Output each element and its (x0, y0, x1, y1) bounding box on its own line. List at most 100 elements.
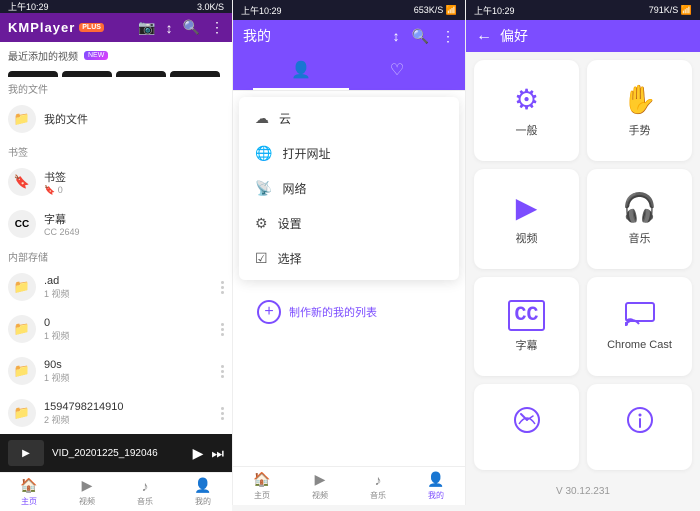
more-icon-90s[interactable] (221, 365, 224, 378)
pref-card-general[interactable]: ⚙ 一般 (474, 60, 579, 161)
thumbnail-2[interactable]: ▶ VID_20201225_2 (62, 71, 112, 77)
list-item-subtitles[interactable]: CC 字幕 CC 2649 (0, 203, 232, 245)
thumbnail-1[interactable]: ▶ 526ed42a6b8b4 (8, 71, 58, 77)
music-pref-icon: 🎧 (622, 191, 657, 224)
bookmarks-label-title: 书签 (8, 148, 28, 159)
camera-icon[interactable]: 📷 (138, 19, 155, 36)
pref-card-info[interactable] (587, 384, 692, 471)
more-icon-1594[interactable] (221, 407, 224, 420)
pref-card-chromecast[interactable]: Chrome Cast (587, 277, 692, 376)
dropdown-item-network[interactable]: 📡 网络 (239, 171, 459, 206)
pref-card-subtitle[interactable]: CC 字幕 (474, 277, 579, 376)
right-panel: 上午10:29 791K/S 📶 ← 偏好 ⚙ 一般 ✋ 手势 ▶ 视频 🎧 音… (466, 0, 700, 505)
pref-card-music[interactable]: 🎧 音乐 (587, 169, 692, 270)
subtitle-cc-icon: CC (508, 300, 544, 331)
more-icon-left[interactable]: ⋮ (210, 19, 224, 36)
my-icon-m: 👤 (427, 471, 444, 488)
create-plus-icon: + (257, 300, 281, 324)
time-left: 上午10:29 (8, 0, 49, 13)
more-icon-0[interactable] (221, 323, 224, 336)
now-playing-title: VID_20201225_192046 (52, 448, 185, 459)
dropdown-settings-label: 设置 (278, 215, 302, 232)
internal-storage-title: 内部存储 (0, 245, 232, 266)
middle-header-icons: ↕ 🔍 ⋮ (393, 28, 455, 45)
folder-icon-0: 📁 (8, 315, 36, 343)
preferences-title: 偏好 (500, 26, 528, 46)
dropdown-item-cloud[interactable]: ☁ 云 (239, 101, 459, 136)
network-icon: 📡 (255, 180, 272, 197)
play-button[interactable]: ▶ (193, 445, 204, 462)
folder-icon-ad: 📁 (8, 273, 36, 301)
nav-my-middle[interactable]: 👤 我的 (407, 467, 465, 505)
middle-header: 我的 ↕ 🔍 ⋮ (233, 20, 465, 52)
nav-home-middle[interactable]: 🏠 主页 (233, 467, 291, 505)
nav-home-left[interactable]: 🏠 主页 (0, 473, 58, 511)
heart-tab-icon: ♡ (390, 60, 404, 82)
bookmarks-name: 书签 (44, 169, 224, 185)
search-icon-left[interactable]: 🔍 (183, 19, 200, 36)
create-new-button[interactable]: + 制作新的我的列表 (241, 290, 457, 334)
video-pref-icon: ▶ (516, 191, 538, 224)
video-pref-label: 视频 (516, 230, 538, 246)
create-new-label: 制作新的我的列表 (289, 304, 377, 320)
sort-icon[interactable]: ↕ (166, 20, 173, 36)
music-icon-m: ♪ (375, 472, 382, 488)
general-label: 一般 (516, 122, 538, 138)
search-icon-middle[interactable]: 🔍 (412, 28, 429, 45)
pref-card-gesture[interactable]: ✋ 手势 (587, 60, 692, 161)
nav-my-left[interactable]: 👤 我的 (174, 473, 232, 511)
nav-music-left[interactable]: ♪ 音乐 (116, 473, 174, 511)
chromecast-label: Chrome Cast (607, 339, 672, 351)
nav-video-label-m: 视频 (312, 490, 328, 501)
playback-controls: ▶ ⏭ (193, 445, 224, 462)
now-playing-bar[interactable]: ▶ VID_20201225_192046 ▶ ⏭ (0, 434, 232, 472)
settings-icon: ⚙ (255, 215, 268, 232)
my-files-label-title: 我的文件 (8, 85, 48, 96)
list-item-0[interactable]: 📁 0 1 视频 (0, 308, 232, 350)
nav-video-middle[interactable]: ▶ 视频 (291, 467, 349, 505)
list-item-bookmarks[interactable]: 🔖 书签 🔖 0 (0, 161, 232, 203)
time-right: 上午10:29 (474, 4, 515, 17)
dropdown-item-url[interactable]: 🌐 打开网址 (239, 136, 459, 171)
list-item-1594[interactable]: 📁 1594798214910 2 视频 (0, 392, 232, 434)
tab-person[interactable]: 👤 (253, 52, 349, 90)
more-icon-middle[interactable]: ⋮ (441, 28, 455, 45)
pref-card-speed[interactable] (474, 384, 579, 471)
next-button[interactable]: ⏭ (211, 445, 224, 462)
subtitles-count: CC 2649 (44, 227, 224, 237)
list-item-ad[interactable]: 📁 .ad 1 视频 (0, 266, 232, 308)
sort-icon-middle[interactable]: ↕ (393, 28, 400, 45)
nav-video-label: 视频 (79, 496, 95, 507)
middle-title: 我的 (243, 26, 271, 46)
thumbnail-3[interactable]: ▶ VID_20201225_1 (116, 71, 166, 77)
list-item-my-files[interactable]: 📁 我的文件 (0, 98, 232, 140)
nav-music-label-m: 音乐 (370, 490, 386, 501)
internal-storage-label: 内部存储 (8, 253, 48, 264)
my-files-icon: 📁 (8, 105, 36, 133)
gesture-icon: ✋ (622, 83, 657, 116)
url-icon: 🌐 (255, 145, 272, 162)
version-footer: V 30.12.231 (466, 478, 700, 505)
list-item-90s[interactable]: 📁 90s 1 视频 (0, 350, 232, 392)
thumbnail-4[interactable]: ▶ VID_202012 (170, 71, 220, 77)
pref-card-video[interactable]: ▶ 视频 (474, 169, 579, 270)
tab-heart[interactable]: ♡ (349, 52, 445, 90)
network-middle: 653K/S 📶 (414, 5, 457, 16)
logo-text: KMPlayer (8, 20, 75, 35)
dropdown-cloud-label: 云 (279, 110, 291, 127)
more-icon-ad[interactable] (221, 281, 224, 294)
right-header: ← 偏好 (466, 20, 700, 52)
bookmarks-count: 🔖 0 (44, 185, 224, 196)
nav-video-left[interactable]: ▶ 视频 (58, 473, 116, 511)
thumbnails-row: ▶ 526ed42a6b8b4 ▶ VID_20201225_2 ▶ VID_2… (0, 67, 232, 77)
gesture-label: 手势 (629, 122, 651, 138)
back-button[interactable]: ← (476, 27, 492, 45)
dropdown-item-settings[interactable]: ⚙ 设置 (239, 206, 459, 241)
info-icon (626, 406, 654, 441)
0-text: 0 1 视频 (44, 317, 213, 342)
dropdown-item-select[interactable]: ☑ 选择 (239, 241, 459, 276)
nav-music-middle[interactable]: ♪ 音乐 (349, 467, 407, 505)
ad-count: 1 视频 (44, 287, 213, 300)
1594-count: 2 视频 (44, 413, 213, 426)
recently-added-label: 最近添加的视频 (8, 48, 78, 63)
